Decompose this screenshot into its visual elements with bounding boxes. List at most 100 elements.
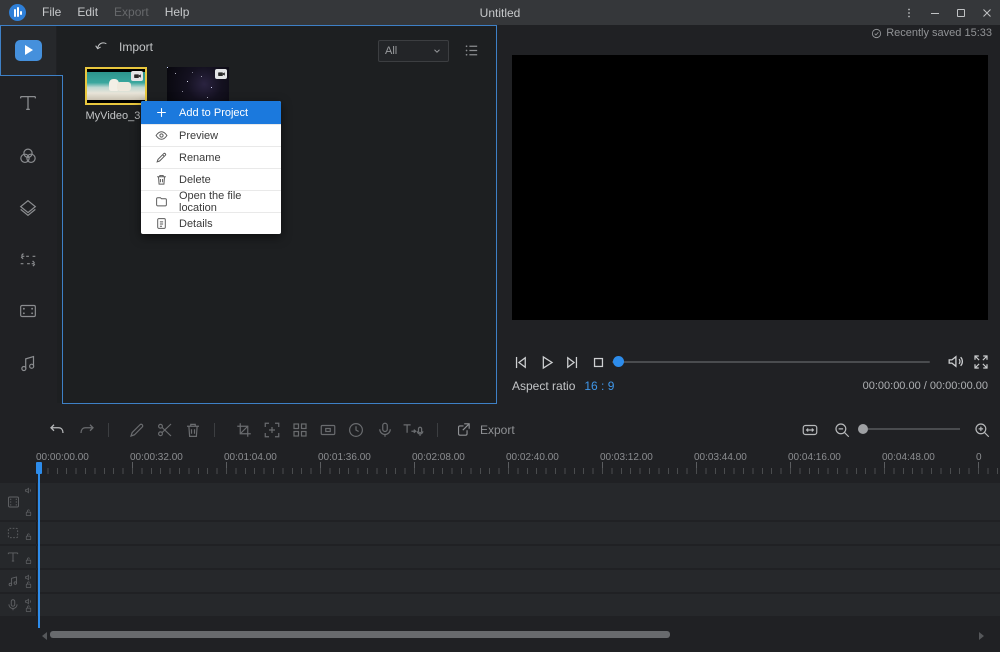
duration-clock-icon[interactable] <box>347 421 365 439</box>
fit-timeline-icon[interactable] <box>801 421 819 439</box>
context-menu-rename[interactable]: Rename <box>141 146 281 168</box>
seek-handle[interactable] <box>613 356 624 367</box>
scroll-right-arrow[interactable] <box>979 632 984 640</box>
overlays-icon <box>17 197 39 219</box>
check-circle-icon <box>871 28 882 39</box>
timeline-ruler[interactable]: 00:00:00.00 00:00:32.00 00:01:04.00 00:0… <box>0 449 1000 477</box>
timeline-zoom-handle[interactable] <box>858 424 868 434</box>
track-lock-icon[interactable] <box>24 508 33 517</box>
seek-bar[interactable] <box>612 361 930 363</box>
media-play-icon <box>14 39 42 61</box>
minimize-button[interactable] <box>922 0 948 25</box>
text-track[interactable] <box>0 546 1000 568</box>
music-icon <box>17 352 39 374</box>
filters-icon <box>17 145 39 167</box>
list-view-icon[interactable] <box>463 42 480 59</box>
crop-icon[interactable] <box>235 421 253 439</box>
context-menu: Add to Project Preview Rename Delete Ope… <box>141 101 281 234</box>
media-clip-thumbnail[interactable] <box>167 67 229 105</box>
more-options-icon[interactable] <box>896 0 922 25</box>
track-lock-icon[interactable] <box>24 556 33 565</box>
panel-highlight-left <box>62 75 63 404</box>
play-button[interactable] <box>536 352 556 372</box>
title-bar: File Edit Export Help Untitled <box>0 0 1000 25</box>
import-icon <box>93 39 109 55</box>
zoom-out-icon[interactable] <box>833 421 851 439</box>
sidebar-tab-filters[interactable] <box>0 136 56 176</box>
import-button[interactable]: Import <box>93 39 153 55</box>
music-track[interactable] <box>0 570 1000 592</box>
maximize-button[interactable] <box>948 0 974 25</box>
transitions-icon <box>17 249 39 271</box>
split-scissors-icon[interactable] <box>156 421 174 439</box>
pip-track[interactable] <box>0 522 1000 544</box>
save-status: Recently saved 15:33 <box>871 27 992 39</box>
media-clip-thumbnail-selected[interactable] <box>85 67 147 105</box>
previous-frame-button[interactable] <box>510 352 530 372</box>
menu-edit[interactable]: Edit <box>69 0 106 25</box>
plus-icon <box>155 106 168 119</box>
elements-icon <box>17 300 39 322</box>
stop-button[interactable] <box>588 352 608 372</box>
next-frame-button[interactable] <box>562 352 582 372</box>
text-to-speech-icon[interactable] <box>402 421 424 439</box>
track-mute-icon[interactable] <box>24 486 33 495</box>
video-track-header <box>0 483 37 520</box>
track-lock-icon[interactable] <box>24 604 33 613</box>
film-strip-icon <box>6 494 21 509</box>
sidebar-tab-overlays[interactable] <box>0 188 56 228</box>
panel-highlight-right <box>496 25 497 404</box>
fullscreen-icon[interactable] <box>972 353 990 371</box>
volume-icon[interactable] <box>946 352 965 371</box>
redo-icon[interactable] <box>78 421 96 439</box>
context-menu-open-file-location[interactable]: Open the file location <box>141 190 281 214</box>
undo-icon[interactable] <box>48 421 66 439</box>
sidebar-tab-elements[interactable] <box>0 291 56 331</box>
zoom-in-icon[interactable] <box>973 421 991 439</box>
zoom-select-icon[interactable] <box>263 421 281 439</box>
menu-help[interactable]: Help <box>157 0 198 25</box>
sidebar-tab-text[interactable] <box>0 83 56 123</box>
sidebar <box>0 25 56 411</box>
export-button[interactable]: Export <box>455 421 515 438</box>
sidebar-tab-music[interactable] <box>0 343 56 383</box>
media-filter-dropdown[interactable]: All <box>378 40 449 62</box>
panel-highlight-bottom <box>62 403 497 404</box>
timeline-zoom-slider[interactable] <box>868 428 960 430</box>
music-track-header <box>0 570 37 592</box>
context-menu-details[interactable]: Details <box>141 212 281 234</box>
pip-track-header <box>0 522 37 544</box>
panel-highlight-top <box>0 25 497 26</box>
clip-name: MyVideo_3.. <box>85 110 147 122</box>
context-menu-preview[interactable]: Preview <box>141 124 281 146</box>
sidebar-tab-transitions[interactable] <box>0 240 56 280</box>
text-track-header <box>0 546 37 568</box>
freeze-frame-icon[interactable] <box>319 421 337 439</box>
playhead-handle[interactable] <box>36 462 42 474</box>
aspect-ratio-value[interactable]: 16 : 9 <box>584 379 614 393</box>
delete-icon[interactable] <box>184 421 202 439</box>
edit-icon[interactable] <box>128 421 146 439</box>
scroll-left-arrow[interactable] <box>42 632 47 640</box>
trash-icon <box>155 173 168 186</box>
mosaic-icon[interactable] <box>291 421 309 439</box>
context-menu-delete[interactable]: Delete <box>141 168 281 190</box>
menu-export: Export <box>114 5 149 19</box>
menu-file[interactable]: File <box>34 0 69 25</box>
media-filter-value: All <box>385 45 398 57</box>
text-icon <box>17 92 39 114</box>
aspect-ratio-label: Aspect ratio <box>512 379 576 393</box>
track-lock-icon[interactable] <box>24 580 33 589</box>
context-menu-add-to-project[interactable]: Add to Project <box>141 101 281 124</box>
close-button[interactable] <box>974 0 1000 25</box>
video-track[interactable] <box>0 483 1000 520</box>
sidebar-tab-media[interactable] <box>0 30 56 70</box>
video-camera-badge-icon <box>215 69 227 79</box>
voiceover-track[interactable] <box>0 594 1000 616</box>
text-track-icon <box>6 550 20 564</box>
folder-icon <box>155 195 168 208</box>
track-lock-icon[interactable] <box>24 532 33 541</box>
microphone-icon <box>6 598 20 612</box>
record-voiceover-icon[interactable] <box>376 421 394 439</box>
horizontal-scrollbar[interactable] <box>50 631 670 638</box>
